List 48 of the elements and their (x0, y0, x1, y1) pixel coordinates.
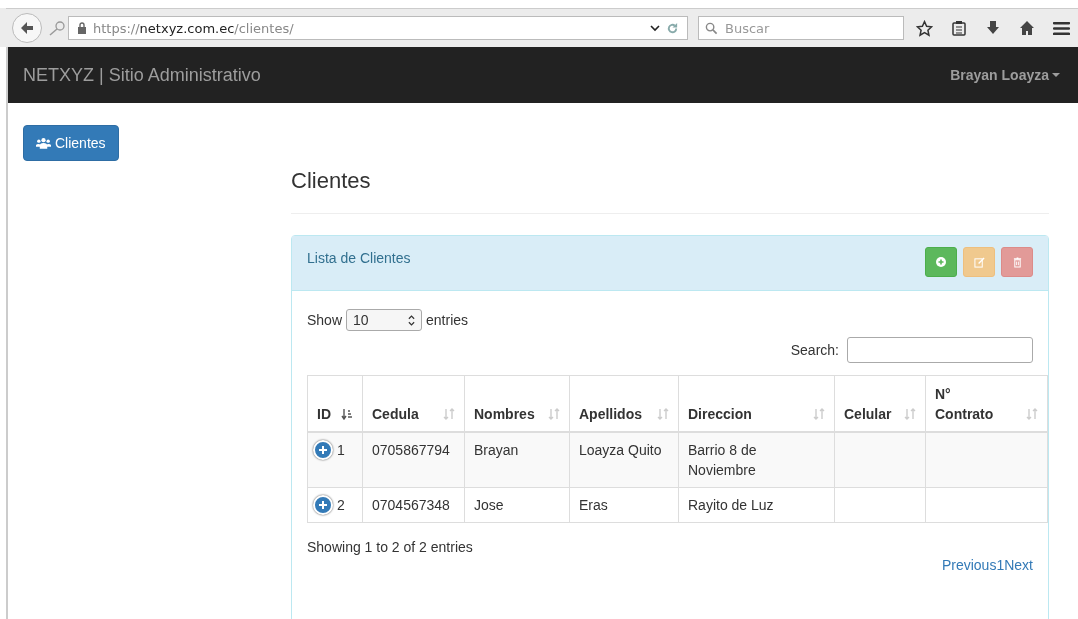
search-icon (705, 22, 718, 35)
add-button[interactable] (925, 247, 957, 277)
entries-select[interactable]: 10 (346, 309, 423, 331)
menu-icon[interactable] (1053, 20, 1070, 36)
table-cell: Rayito de Luz (678, 487, 835, 523)
table-cell: Barrio 8 de Noviembre (678, 432, 835, 488)
user-menu[interactable]: Brayan Loayza (950, 67, 1060, 83)
expand-row-icon[interactable] (313, 495, 333, 515)
url-host: netxyz.com.ec (139, 20, 235, 36)
edit-icon (973, 256, 985, 268)
back-arrow-icon (19, 20, 35, 36)
search-label: Search: (790, 342, 839, 358)
download-icon[interactable] (985, 20, 1001, 36)
table-cell: Brayan (464, 432, 570, 488)
url-scheme: https:// (93, 20, 140, 36)
panel-title: Lista de Clientes (307, 250, 411, 268)
expand-row-icon[interactable] (313, 440, 333, 460)
table-cell: Loayza Quito (569, 432, 679, 488)
clipboard-icon[interactable] (951, 20, 967, 36)
chevron-down-icon[interactable] (650, 24, 660, 32)
lock-icon (77, 22, 87, 34)
pagination-link[interactable]: 1 (996, 557, 1005, 573)
clientes-button[interactable]: Clientes (23, 125, 119, 161)
show-label: Show (307, 312, 343, 328)
trash-icon (1012, 256, 1022, 268)
search-field[interactable] (847, 337, 1033, 363)
page-title: Clientes (291, 169, 372, 193)
updown-icon (408, 314, 416, 326)
pagination-link[interactable]: Previous (941, 557, 997, 573)
row-id: 2 (337, 496, 345, 515)
address-bar[interactable]: https://netxyz.com.ec/clientes/ (68, 16, 688, 40)
plus-circle-icon (936, 257, 946, 267)
table-cell: 0704567348 (362, 487, 465, 523)
table-info: Showing 1 to 2 of 2 entries (307, 539, 474, 555)
star-icon[interactable] (916, 19, 933, 37)
browser-search-field[interactable]: Buscar (698, 16, 904, 40)
users-icon (36, 137, 51, 149)
table-cell: 0705867794 (362, 432, 465, 488)
back-button[interactable] (12, 13, 42, 43)
table-cell: Jose (464, 487, 570, 523)
site-brand[interactable]: NETXYZ | Sitio Administrativo (23, 64, 261, 86)
table-cell: Eras (569, 487, 679, 523)
home-icon[interactable] (1019, 20, 1035, 36)
row-id: 1 (337, 441, 345, 460)
entries-label: entries (426, 312, 469, 328)
pagination-link[interactable]: Next (1004, 557, 1033, 573)
url-path: /clientes/ (234, 20, 294, 36)
caret-icon (1052, 73, 1060, 77)
